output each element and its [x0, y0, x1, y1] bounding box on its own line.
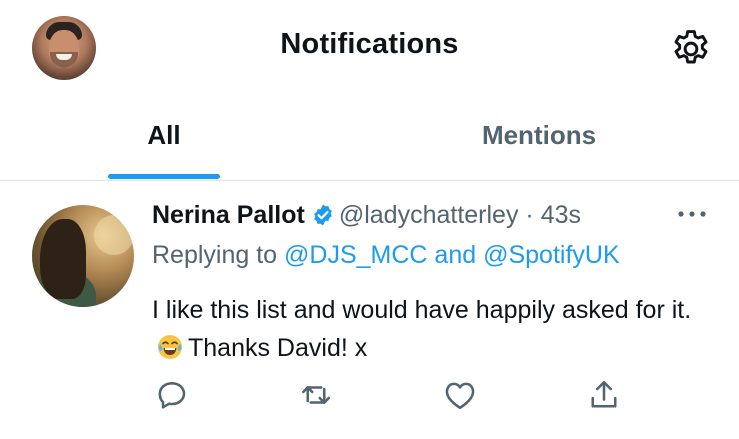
like-icon[interactable]: [442, 377, 478, 413]
retweet-icon[interactable]: [298, 377, 334, 413]
tweet-header: Nerina Pallot @ladychatterley · 43s: [152, 201, 581, 230]
author-handle[interactable]: @ladychatterley: [339, 201, 519, 229]
tweet-text-part1: I like this list and would have happily …: [152, 296, 692, 324]
tears-of-joy-emoji-icon: [158, 335, 182, 359]
tab-mentions[interactable]: Mentions: [434, 100, 644, 180]
author-name[interactable]: Nerina Pallot: [152, 201, 305, 229]
replying-to-label: Replying to: [152, 241, 285, 269]
notification-tabs: All Mentions: [0, 100, 739, 180]
active-tab-indicator: [108, 174, 220, 179]
reply-icon[interactable]: [154, 377, 190, 413]
tab-mentions-label: Mentions: [481, 120, 597, 150]
avatar-hair: [40, 219, 86, 299]
mention-joiner: and: [427, 241, 484, 269]
replying-to-line: Replying to @DJS_MCC and @SpotifyUK: [152, 241, 620, 270]
tweet[interactable]: Nerina Pallot @ladychatterley · 43s Repl…: [0, 181, 739, 439]
top-bar: Notifications: [0, 0, 739, 100]
tweet-timestamp[interactable]: 43s: [541, 201, 581, 229]
page-title: Notifications: [280, 28, 459, 60]
separator-dot: ·: [525, 201, 534, 229]
gear-icon[interactable]: [669, 27, 713, 71]
mention-djs-mcc[interactable]: @DJS_MCC: [284, 241, 427, 269]
verified-badge-icon: [314, 204, 332, 226]
avatar-background: [94, 215, 134, 255]
more-options-icon[interactable]: [676, 209, 708, 219]
tab-all-label: All: [147, 120, 181, 150]
share-icon[interactable]: [586, 377, 622, 413]
author-avatar[interactable]: [32, 205, 134, 307]
tab-all[interactable]: All: [94, 100, 234, 180]
tweet-actions: [0, 377, 739, 413]
tweet-text: I like this list and would have happily …: [152, 291, 712, 367]
mention-spotifyuk[interactable]: @SpotifyUK: [483, 241, 620, 269]
tweet-text-part2: Thanks David! x: [188, 334, 368, 362]
